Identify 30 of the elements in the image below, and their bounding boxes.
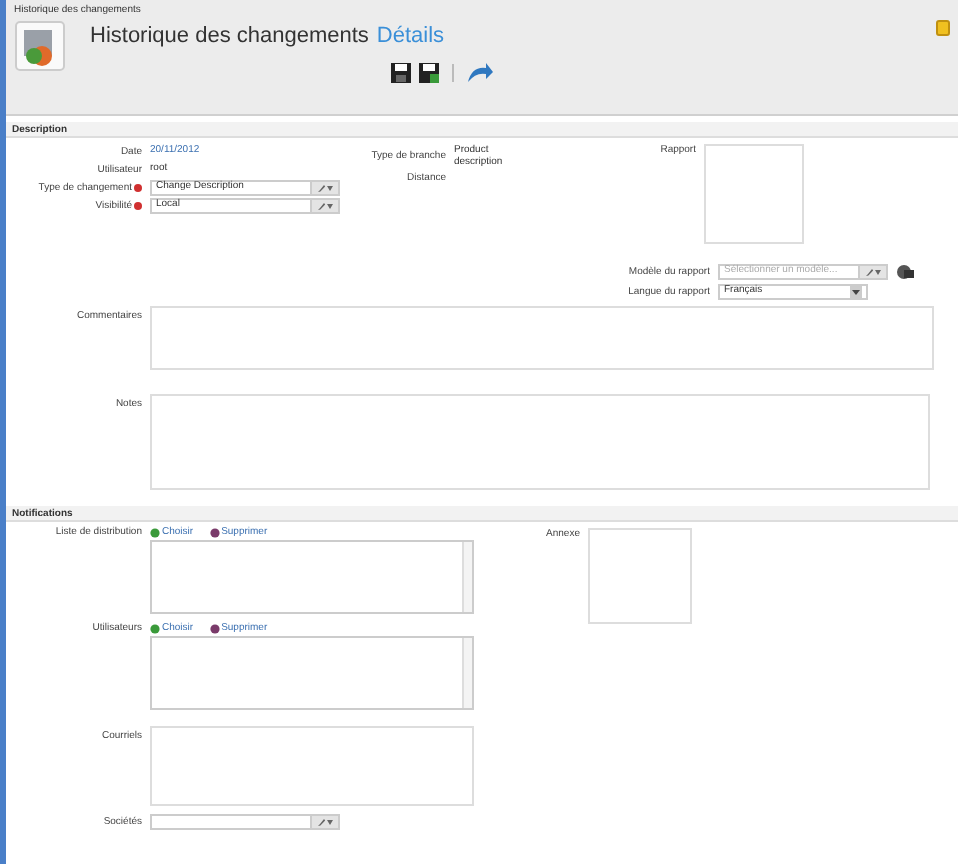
caret-icon — [850, 286, 862, 298]
caret-icon — [325, 818, 333, 826]
scrollbar[interactable] — [462, 542, 472, 612]
list-box[interactable] — [150, 636, 474, 710]
notes-field[interactable] — [150, 394, 930, 490]
report-box — [704, 144, 804, 244]
delete-icon — [209, 624, 220, 634]
note-icon — [936, 19, 950, 35]
lookup-field[interactable] — [150, 814, 340, 830]
caret-icon — [325, 202, 333, 210]
save-icon[interactable] — [418, 62, 440, 84]
pencil-icon — [317, 818, 325, 826]
attachment-box — [588, 528, 692, 624]
add-icon — [150, 624, 160, 634]
pencil-icon — [865, 268, 873, 276]
arrow-icon[interactable] — [466, 62, 494, 84]
page-title: Historique des changements — [90, 21, 369, 51]
document-icon — [14, 19, 66, 71]
caret-icon — [873, 268, 881, 276]
save-icon[interactable] — [390, 62, 412, 84]
emails-field[interactable] — [150, 726, 474, 806]
pencil-icon — [317, 184, 325, 192]
scrollbar[interactable] — [462, 638, 472, 708]
page-subtitle: Détails — [376, 21, 445, 51]
comments-field[interactable] — [150, 306, 934, 370]
list-box[interactable] — [150, 540, 474, 614]
delete-icon — [209, 528, 220, 538]
add-icon — [150, 528, 160, 538]
caret-icon — [325, 184, 333, 192]
pencil-icon — [317, 202, 325, 210]
